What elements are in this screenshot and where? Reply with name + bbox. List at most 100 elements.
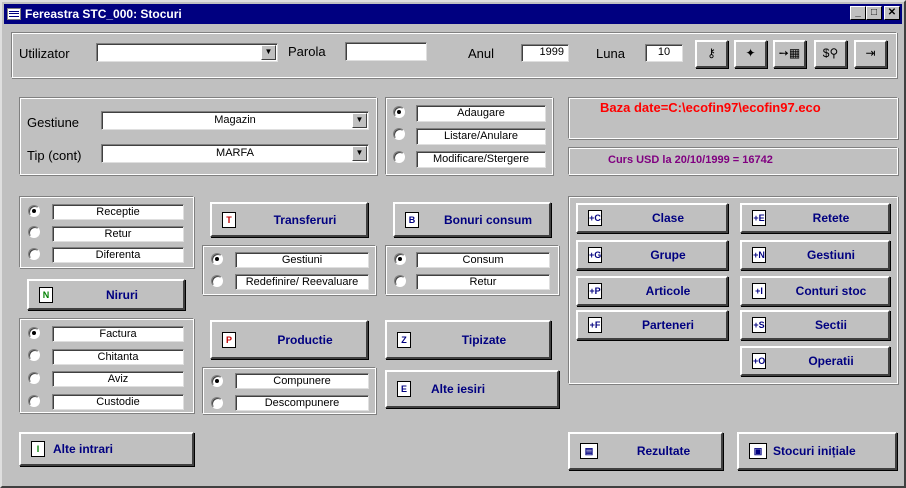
window-app-icon bbox=[7, 8, 21, 20]
transferuri-label: Transferuri bbox=[273, 212, 337, 227]
alte-iesiri-button[interactable]: E Alte iesiri bbox=[385, 370, 559, 408]
transfer-radio-gestiuni[interactable] bbox=[211, 253, 223, 265]
parteneri-button[interactable]: +F Parteneri bbox=[576, 310, 728, 340]
add-c-icon: +C bbox=[588, 210, 602, 226]
mode-option[interactable]: Listare/Anulare bbox=[416, 128, 546, 145]
calculator-button[interactable]: ➙▦ bbox=[773, 40, 806, 68]
document-n-icon: N bbox=[39, 286, 53, 303]
doc-option[interactable]: Custodie bbox=[52, 394, 184, 410]
conturi-stoc-button[interactable]: +I Conturi stoc bbox=[740, 276, 890, 306]
key-icon: ⚷ bbox=[707, 46, 716, 60]
close-button[interactable]: ✕ bbox=[884, 6, 900, 20]
doc-radio-factura[interactable] bbox=[28, 327, 40, 339]
mode-radio-adaugare[interactable] bbox=[393, 106, 405, 118]
sectii-button[interactable]: +S Sectii bbox=[740, 310, 890, 340]
doc-radio-custodie[interactable] bbox=[28, 395, 40, 407]
bonuri-option[interactable]: Retur bbox=[416, 274, 550, 290]
transfer-radio-redefinire[interactable] bbox=[211, 275, 223, 287]
gestiune-label: Gestiune bbox=[27, 115, 80, 130]
password-field[interactable] bbox=[345, 42, 427, 61]
gestiuni-button[interactable]: +N Gestiuni bbox=[740, 240, 890, 270]
chevron-down-icon[interactable]: ▼ bbox=[261, 45, 276, 60]
main-window: Fereastra STC_000: Stocuri _ □ ✕ Utiliza… bbox=[0, 0, 906, 488]
tip-combo[interactable]: MARFA ▼ bbox=[101, 144, 369, 163]
intrari-option[interactable]: Retur bbox=[52, 226, 184, 242]
add-f-icon: +F bbox=[588, 317, 602, 333]
transfer-option[interactable]: Gestiuni bbox=[235, 252, 369, 268]
month-label: Luna bbox=[596, 46, 625, 61]
mode-option[interactable]: Adaugare bbox=[416, 105, 546, 122]
productie-button[interactable]: P Productie bbox=[210, 320, 368, 359]
doc-option[interactable]: Chitanta bbox=[52, 349, 184, 365]
document-b-icon: B bbox=[405, 211, 419, 228]
retete-label: Retete bbox=[812, 211, 850, 225]
mode-radio-listare[interactable] bbox=[393, 128, 405, 140]
tipizate-label: Tipizate bbox=[461, 332, 507, 347]
month-field[interactable]: 10 bbox=[645, 44, 683, 62]
doc-option[interactable]: Factura bbox=[52, 326, 184, 342]
operatii-button[interactable]: +O Operatii bbox=[740, 346, 890, 376]
user-label: Utilizator bbox=[19, 46, 70, 61]
conturi-stoc-label: Conturi stoc bbox=[795, 284, 867, 298]
curs-text: Curs USD la 20/10/1999 = 16742 bbox=[608, 154, 773, 166]
doc-radio-chitanta[interactable] bbox=[28, 349, 40, 361]
document-p-icon: P bbox=[222, 331, 236, 348]
chevron-down-icon[interactable]: ▼ bbox=[352, 146, 367, 161]
exit-button[interactable]: ⇥ bbox=[854, 40, 887, 68]
bonuri-radio-consum[interactable] bbox=[394, 253, 406, 265]
bonuri-consum-button[interactable]: B Bonuri consum bbox=[393, 202, 551, 237]
mode-option[interactable]: Modificare/Stergere bbox=[416, 151, 546, 168]
search-money-button[interactable]: $⚲ bbox=[814, 40, 847, 68]
intrari-option[interactable]: Diferenta bbox=[52, 247, 184, 263]
compass-button[interactable]: ✦ bbox=[734, 40, 767, 68]
key-button[interactable]: ⚷ bbox=[695, 40, 728, 68]
stocuri-initiale-button[interactable]: ▣ Stocuri inițiale bbox=[737, 432, 897, 470]
document-t-icon: T bbox=[222, 211, 236, 228]
tipizate-button[interactable]: Z Tipizate bbox=[385, 320, 551, 359]
alte-intrari-button[interactable]: I Alte intrari bbox=[19, 432, 194, 466]
intrari-option[interactable]: Receptie bbox=[52, 204, 184, 220]
intrari-radio-receptie[interactable] bbox=[28, 205, 40, 217]
compass-icon: ✦ bbox=[745, 46, 756, 60]
articole-button[interactable]: +P Articole bbox=[576, 276, 728, 306]
transferuri-button[interactable]: T Transferuri bbox=[210, 202, 368, 237]
doc-radio-aviz[interactable] bbox=[28, 372, 40, 384]
doc-option[interactable]: Aviz bbox=[52, 371, 184, 387]
add-i-icon: +I bbox=[752, 283, 766, 299]
rezultate-label: Rezultate bbox=[636, 444, 691, 458]
productie-label: Productie bbox=[277, 332, 333, 347]
rezultate-button[interactable]: ▤ Rezultate bbox=[568, 432, 723, 470]
transfer-option[interactable]: Redefinire/ Reevaluare bbox=[235, 274, 369, 290]
grupe-button[interactable]: +G Grupe bbox=[576, 240, 728, 270]
minimize-button[interactable]: _ bbox=[850, 6, 866, 20]
document-e-icon: E bbox=[397, 381, 411, 397]
retete-button[interactable]: +E Retete bbox=[740, 203, 890, 233]
add-g-icon: +G bbox=[588, 247, 602, 263]
year-field[interactable]: 1999 bbox=[521, 44, 569, 62]
tip-label: Tip (cont) bbox=[27, 148, 82, 163]
productie-radio-compunere[interactable] bbox=[211, 375, 223, 387]
operatii-label: Operatii bbox=[808, 354, 854, 368]
chevron-down-icon[interactable]: ▼ bbox=[352, 113, 367, 128]
clase-label: Clase bbox=[651, 211, 685, 225]
productie-option[interactable]: Descompunere bbox=[235, 395, 369, 411]
intrari-radio-retur[interactable] bbox=[28, 226, 40, 238]
maximize-button[interactable]: □ bbox=[866, 6, 882, 20]
parteneri-label: Parteneri bbox=[641, 318, 695, 332]
grupe-label: Grupe bbox=[650, 248, 686, 262]
tip-value: MARFA bbox=[216, 147, 254, 159]
productie-radio-descompunere[interactable] bbox=[211, 397, 223, 409]
user-combo[interactable]: ▼ bbox=[96, 43, 278, 62]
productie-option[interactable]: Compunere bbox=[235, 373, 369, 389]
clase-button[interactable]: +C Clase bbox=[576, 203, 728, 233]
sectii-label: Sectii bbox=[814, 318, 847, 332]
calculator-icon: ➙▦ bbox=[778, 46, 801, 60]
niruri-button[interactable]: N Niruri bbox=[27, 279, 185, 310]
bonuri-radio-retur[interactable] bbox=[394, 275, 406, 287]
bonuri-option[interactable]: Consum bbox=[416, 252, 550, 268]
mode-radio-modificare[interactable] bbox=[393, 151, 405, 163]
niruri-label: Niruri bbox=[105, 287, 138, 302]
intrari-radio-diferenta[interactable] bbox=[28, 248, 40, 260]
gestiune-combo[interactable]: Magazin ▼ bbox=[101, 111, 369, 130]
stocuri-initiale-label: Stocuri inițiale bbox=[773, 444, 856, 458]
